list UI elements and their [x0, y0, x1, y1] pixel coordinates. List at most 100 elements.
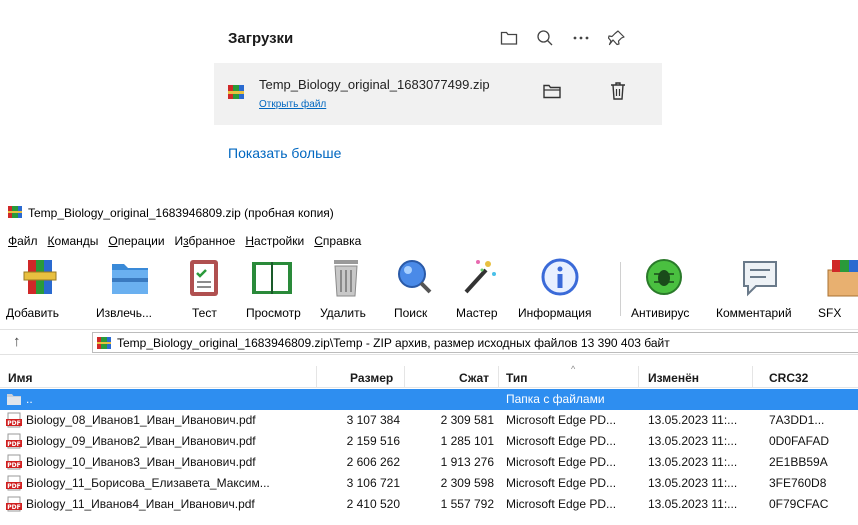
file-crc: 0F79CFAC: [769, 497, 829, 511]
wizard-label: Мастер: [456, 306, 498, 320]
wizard-button[interactable]: Мастер: [448, 254, 508, 322]
title-bar: Temp_Biology_original_1683946809.zip (пр…: [0, 198, 858, 224]
file-type: Microsoft Edge PD...: [506, 413, 617, 427]
file-name: ..: [26, 392, 33, 406]
file-name: Biology_10_Иванов3_Иван_Иванович.pdf: [26, 455, 256, 469]
svg-text:PDF: PDF: [7, 483, 20, 490]
table-row[interactable]: PDF Biology_10_Иванов3_Иван_Иванович.pdf…: [0, 452, 858, 473]
menu-commands[interactable]: Команды: [43, 234, 104, 252]
antivirus-label: Антивирус: [631, 306, 690, 320]
menu-operations[interactable]: Операции: [103, 234, 169, 252]
download-filename: Temp_Biology_original_1683077499.zip: [259, 77, 490, 92]
winrar-archive-icon: [227, 83, 245, 101]
info-label: Информация: [518, 306, 592, 320]
file-crc: 3FE760D8: [769, 476, 827, 490]
pdf-icon: PDF: [6, 433, 22, 449]
delete-button[interactable]: Удалить: [318, 254, 378, 322]
extract-button[interactable]: Извлечь...: [68, 254, 152, 322]
trash-icon: [324, 256, 368, 298]
col-modified[interactable]: Изменён: [648, 371, 699, 385]
file-packed: 1 913 276: [440, 455, 494, 469]
file-modified: 13.05.2023 11:...: [648, 497, 738, 511]
test-button[interactable]: Тест: [178, 254, 238, 322]
col-size[interactable]: Размер: [350, 371, 393, 385]
pin-icon[interactable]: [605, 26, 629, 50]
folder-icon[interactable]: [497, 26, 521, 50]
downloads-actions: [497, 26, 629, 50]
file-packed: 2 309 581: [440, 413, 494, 427]
col-divider: [752, 366, 753, 388]
wizard-wand-icon: [456, 256, 500, 298]
svg-text:PDF: PDF: [7, 420, 20, 427]
table-row[interactable]: PDF Biology_08_Иванов1_Иван_Иванович.pdf…: [0, 410, 858, 431]
file-modified: 13.05.2023 11:...: [648, 455, 738, 469]
comment-button[interactable]: Комментарий: [710, 254, 810, 322]
file-crc: 2E1BB59A: [769, 455, 828, 469]
col-packed[interactable]: Сжат: [459, 371, 489, 385]
file-name: Biology_09_Иванов2_Иван_Иванович.pdf: [26, 434, 256, 448]
col-divider: [498, 366, 499, 388]
svg-text:PDF: PDF: [7, 504, 20, 511]
menu-help[interactable]: Справка: [309, 234, 366, 252]
sort-ascending-icon: ^: [571, 364, 576, 374]
col-divider: [316, 366, 317, 388]
winrar-logo-icon: [8, 205, 22, 219]
pdf-icon: PDF: [6, 496, 22, 512]
table-row[interactable]: PDF Biology_09_Иванов2_Иван_Иванович.pdf…: [0, 431, 858, 452]
table-row[interactable]: .. Папка с файлами: [0, 389, 858, 410]
file-size: 2 606 262: [346, 455, 400, 469]
menu-favorites[interactable]: Избранное: [170, 234, 241, 252]
test-clipboard-icon: [182, 256, 226, 298]
search-icon[interactable]: [533, 26, 557, 50]
up-arrow-icon[interactable]: ↑: [13, 333, 21, 350]
file-list-header: Имя Размер Сжат ^ Тип Изменён CRC32: [0, 364, 858, 388]
extract-label: Извлечь...: [96, 306, 153, 320]
downloads-title: Загрузки: [228, 30, 294, 47]
file-modified: 13.05.2023 11:...: [648, 476, 738, 490]
add-archive-icon: [16, 256, 60, 298]
folder-icon: [6, 391, 22, 407]
find-button[interactable]: Поиск: [388, 254, 448, 322]
sfx-box-icon: [822, 256, 858, 298]
file-size: 2 159 516: [346, 434, 400, 448]
menu-settings[interactable]: Настройки: [240, 234, 309, 252]
view-button[interactable]: Просмотр: [238, 254, 318, 322]
antivirus-button[interactable]: Антивирус: [624, 254, 704, 322]
menu-bar: Файл Команды Операции Избранное Настройк…: [0, 234, 366, 252]
address-bar: ↑ Temp_Biology_original_1683946809.zip\T…: [0, 329, 858, 355]
file-crc: 7A3DD1...: [769, 413, 825, 427]
delete-icon[interactable]: [609, 81, 631, 103]
svg-text:PDF: PDF: [7, 462, 20, 469]
table-row[interactable]: PDF Biology_11_Иванов4_Иван_Иванович.pdf…: [0, 494, 858, 515]
find-label: Поиск: [394, 306, 428, 320]
info-icon: [538, 256, 582, 298]
comment-icon: [738, 256, 782, 298]
info-button[interactable]: Информация: [514, 254, 614, 322]
open-file-link[interactable]: Открыть файл: [259, 99, 326, 110]
col-divider: [404, 366, 405, 388]
menu-file[interactable]: Файл: [0, 234, 43, 252]
file-name: Biology_08_Иванов1_Иван_Иванович.pdf: [26, 413, 256, 427]
add-label: Добавить: [6, 306, 60, 320]
test-label: Тест: [192, 306, 217, 320]
sfx-button[interactable]: SFX: [818, 254, 858, 322]
table-row[interactable]: PDF Biology_11_Борисова_Елизавета_Максим…: [0, 473, 858, 494]
show-in-folder-icon[interactable]: [542, 82, 564, 104]
view-book-icon: [250, 256, 294, 298]
view-label: Просмотр: [246, 306, 301, 320]
show-more-link[interactable]: Показать больше: [228, 145, 341, 161]
pdf-icon: PDF: [6, 475, 22, 491]
col-crc[interactable]: CRC32: [769, 371, 808, 385]
more-icon[interactable]: [569, 26, 593, 50]
col-type[interactable]: Тип: [506, 371, 528, 385]
col-name[interactable]: Имя: [8, 371, 33, 385]
path-field[interactable]: Temp_Biology_original_1683946809.zip\Tem…: [92, 332, 858, 353]
winrar-window: Temp_Biology_original_1683946809.zip (пр…: [0, 198, 858, 525]
downloads-flyout: Загрузки Temp_Biology_original_168307749…: [206, 0, 676, 175]
file-packed: 2 309 598: [440, 476, 494, 490]
path-text: Temp_Biology_original_1683946809.zip\Tem…: [117, 336, 670, 350]
file-type: Microsoft Edge PD...: [506, 476, 617, 490]
file-packed: 1 557 792: [440, 497, 494, 511]
delete-label: Удалить: [320, 306, 366, 320]
download-item[interactable]: Temp_Biology_original_1683077499.zip Отк…: [214, 63, 662, 125]
